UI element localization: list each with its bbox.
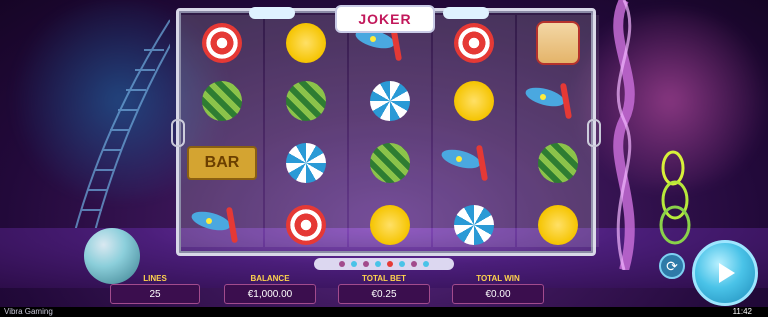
balance-label: BALANCE <box>250 274 290 283</box>
logo-wing-left <box>249 7 295 19</box>
symbol-green-candy <box>192 77 252 125</box>
drum-icon <box>536 21 580 65</box>
symbol-blue-candy <box>276 139 336 187</box>
autoplay-button[interactable]: ⟳ <box>659 253 685 279</box>
game-logo: JOKER <box>335 5 435 33</box>
symbol-red-candy <box>444 19 504 67</box>
total-bet-panel[interactable]: TOTAL BET €0.25 <box>338 274 430 308</box>
clock: 11:42 <box>732 307 752 316</box>
symbol-yellow-candy <box>360 201 420 249</box>
light-dot <box>423 261 429 267</box>
symbol-yellow-candy <box>528 201 588 249</box>
refresh-icon: ⟳ <box>666 257 678 274</box>
reel-4 <box>433 15 515 247</box>
symbol-juggling-pins <box>439 139 509 187</box>
juggling-pins-icon <box>441 145 488 181</box>
footer-bar <box>0 307 768 317</box>
provider-logo: Vibra Gaming <box>4 307 53 316</box>
symbol-juggling-pins <box>189 201 259 249</box>
reel-5 <box>517 15 599 247</box>
logo-wing-right <box>443 7 489 19</box>
balance-panel: BALANCE €1,000.00 <box>224 274 316 308</box>
symbol-red-candy <box>276 201 336 249</box>
spin-button[interactable] <box>692 240 758 306</box>
ladder-structure <box>69 19 170 250</box>
lines-panel[interactable]: LINES 25 <box>110 274 200 308</box>
symbol-drum <box>528 19 588 67</box>
light-dot <box>399 261 405 267</box>
reel-area: BAR JOKER <box>171 5 601 256</box>
symbol-yellow-candy <box>444 77 504 125</box>
symbol-green-candy <box>360 139 420 187</box>
lines-label: LINES <box>143 274 167 283</box>
reel-1: BAR <box>181 15 263 247</box>
balance-value: €1,000.00 <box>224 284 316 304</box>
total-win-value: €0.00 <box>452 284 544 304</box>
total-win-panel: TOTAL WIN €0.00 <box>452 274 544 308</box>
symbol-red-candy <box>192 19 252 67</box>
symbol-blue-candy <box>444 201 504 249</box>
symbol-juggling-pins <box>523 77 593 125</box>
light-dot <box>351 261 357 267</box>
reel-3 <box>349 15 431 247</box>
total-bet-value[interactable]: €0.25 <box>338 284 430 304</box>
juggling-pins-icon <box>191 207 238 243</box>
total-win-label: TOTAL WIN <box>476 274 520 283</box>
symbol-green-candy <box>276 77 336 125</box>
play-triangle-icon <box>719 263 735 283</box>
light-dot <box>339 261 345 267</box>
light-dot <box>387 261 393 267</box>
stage-lights <box>314 258 454 270</box>
light-dot <box>411 261 417 267</box>
light-dot <box>363 261 369 267</box>
symbol-yellow-candy <box>276 19 336 67</box>
hoops-icon <box>659 150 691 245</box>
bar-label: BAR <box>187 146 257 180</box>
juggling-pins-icon <box>525 83 572 119</box>
lines-value[interactable]: 25 <box>110 284 200 304</box>
reel-2 <box>265 15 347 247</box>
symbol-green-candy <box>528 139 588 187</box>
light-dot <box>375 261 381 267</box>
symbol-blue-candy <box>360 77 420 125</box>
twisted-pillar <box>613 0 635 270</box>
total-bet-label: TOTAL BET <box>362 274 406 283</box>
symbol-bar-ticket: BAR <box>187 139 257 187</box>
